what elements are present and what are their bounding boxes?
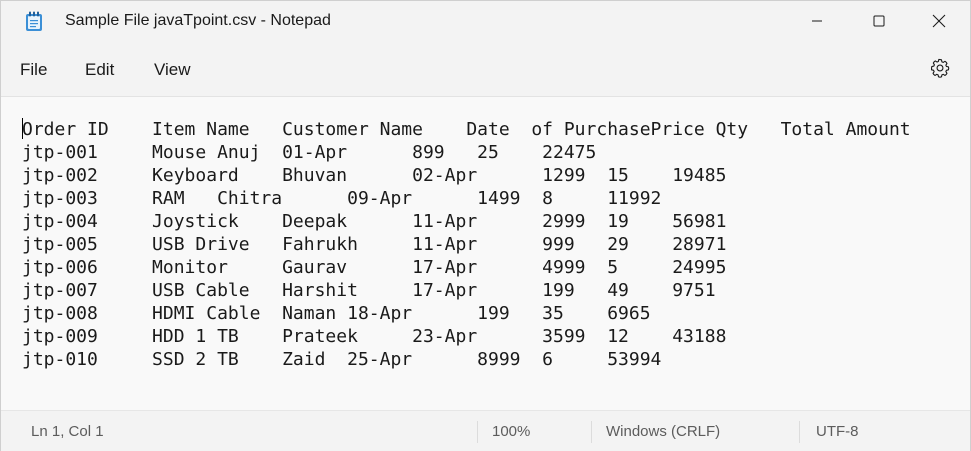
close-icon: [932, 14, 946, 28]
minimize-button[interactable]: [794, 1, 840, 41]
text-line: Order ID Item Name Customer Name Date of…: [22, 119, 911, 140]
text-editor[interactable]: Order ID Item Name Customer Name Date of…: [1, 97, 970, 409]
encoding: UTF-8: [816, 423, 859, 440]
close-button[interactable]: [916, 1, 962, 41]
menu-file[interactable]: File: [20, 60, 47, 80]
gear-icon[interactable]: [929, 57, 951, 79]
text-line: jtp-009 HDD 1 TB Prateek 23-Apr 3599 12 …: [22, 326, 727, 347]
menu-edit[interactable]: Edit: [85, 60, 114, 80]
zoom-level: 100%: [492, 423, 531, 440]
menu-view[interactable]: View: [154, 60, 191, 80]
text-line: jtp-003 RAM Chitra 09-Apr 1499 8 11992: [22, 188, 662, 209]
cursor-position: Ln 1, Col 1: [31, 423, 104, 440]
maximize-icon: [873, 15, 885, 27]
title-bar[interactable]: Sample File javaTpoint.csv - Notepad: [1, 1, 970, 42]
text-line: jtp-001 Mouse Anuj 01-Apr 899 25 22475: [22, 142, 597, 163]
text-line: jtp-010 SSD 2 TB Zaid 25-Apr 8999 6 5399…: [22, 349, 662, 370]
text-line: jtp-004 Joystick Deepak 11-Apr 2999 19 5…: [22, 211, 727, 232]
notepad-window: Sample File javaTpoint.csv - Notepad Fil…: [0, 0, 971, 451]
status-divider: [591, 421, 592, 443]
text-caret: [22, 118, 23, 139]
menu-bar: File Edit View: [1, 42, 970, 97]
line-ending: Windows (CRLF): [606, 423, 721, 440]
minimize-icon: [811, 15, 823, 27]
text-line: jtp-005 USB Drive Fahrukh 11-Apr 999 29 …: [22, 234, 727, 255]
text-line: jtp-007 USB Cable Harshit 17-Apr 199 49 …: [22, 280, 716, 301]
window-title: Sample File javaTpoint.csv - Notepad: [65, 12, 331, 29]
status-bar: Ln 1, Col 1 100% Windows (CRLF) UTF-8: [1, 410, 970, 451]
editor-content[interactable]: Order ID Item Name Customer Name Date of…: [22, 118, 911, 371]
maximize-button[interactable]: [856, 1, 902, 41]
notepad-icon: [25, 11, 43, 32]
text-line: jtp-008 HDMI Cable Naman 18-Apr 199 35 6…: [22, 303, 651, 324]
status-divider: [477, 421, 478, 443]
text-line: jtp-002 Keyboard Bhuvan 02-Apr 1299 15 1…: [22, 165, 727, 186]
text-line: jtp-006 Monitor Gaurav 17-Apr 4999 5 249…: [22, 257, 727, 278]
status-divider: [799, 421, 800, 443]
